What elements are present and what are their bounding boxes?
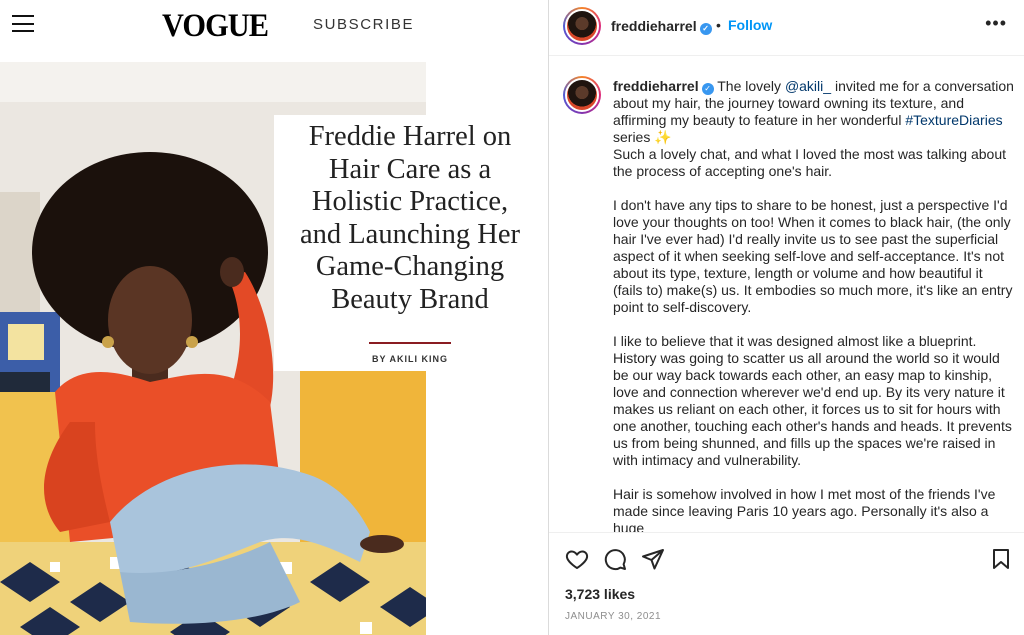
- caption-paragraph: freddieharrel ✓ The lovely @akili_ invite…: [613, 78, 1015, 180]
- article-byline: BY AKILI KING: [371, 354, 448, 364]
- article-headline: Freddie Harrel on Hair Care as a Holisti…: [274, 121, 546, 316]
- post-caption: freddieharrel ✓ The lovely @akili_ invite…: [613, 78, 1015, 532]
- more-icon[interactable]: •••: [985, 13, 1007, 34]
- subscribe-label: SUBSCRIBE: [313, 16, 415, 33]
- caption-scroll-area[interactable]: freddieharrel ✓ The lovely @akili_ invite…: [549, 56, 1024, 532]
- post-author[interactable]: freddieharrel ✓: [611, 18, 712, 35]
- post-header: freddieharrel ✓ • Follow •••: [549, 0, 1024, 56]
- hashtag-link[interactable]: #TextureDiaries: [905, 112, 1002, 128]
- headline-line: and Launching Her: [300, 218, 520, 250]
- likes-count[interactable]: 3,723 likes: [565, 586, 635, 602]
- post-image[interactable]: VOGUE SUBSCRIBE Freddie Harrel on Hair C…: [0, 0, 548, 635]
- headline-line: Game-Changing: [315, 251, 505, 282]
- headline-line: Holistic Practice,: [311, 186, 509, 217]
- article-title-card: Freddie Harrel on Hair Care as a Holisti…: [274, 115, 546, 371]
- follow-button[interactable]: Follow: [728, 17, 772, 33]
- bookmark-icon[interactable]: [989, 547, 1013, 571]
- caption-text: The lovely: [713, 78, 785, 94]
- comment-icon[interactable]: [603, 547, 627, 571]
- vogue-logo: VOGUE: [162, 8, 269, 44]
- menu-icon: [12, 15, 34, 33]
- caption-paragraph: I like to believe that it was designed a…: [613, 333, 1012, 468]
- verified-icon: ✓: [699, 23, 712, 35]
- avatar[interactable]: [563, 76, 601, 114]
- mention-link[interactable]: @akili_: [785, 78, 831, 94]
- caption-text: Such a lovely chat, and what I loved the…: [613, 146, 1007, 179]
- vogue-header: VOGUE SUBSCRIBE: [0, 0, 548, 52]
- avatar[interactable]: [563, 7, 601, 45]
- headline-line: Freddie Harrel on: [308, 121, 512, 152]
- username-link[interactable]: freddieharrel: [611, 18, 697, 34]
- separator-dot: •: [716, 17, 721, 33]
- caption-username[interactable]: freddieharrel: [613, 78, 699, 94]
- caption-text: series ✨: [613, 129, 672, 145]
- post-actions: 3,723 likes JANUARY 30, 2021: [549, 532, 1024, 635]
- verified-icon: ✓: [701, 83, 714, 95]
- post-date: JANUARY 30, 2021: [565, 611, 662, 622]
- caption-paragraph: I don't have any tips to share to be hon…: [613, 197, 1013, 315]
- headline-line: Hair Care as a: [328, 153, 492, 185]
- caption-paragraph: Hair is somehow involved in how I met mo…: [613, 486, 996, 532]
- share-icon[interactable]: [641, 547, 665, 571]
- headline-line: Beauty Brand: [331, 283, 489, 315]
- byline-divider: [369, 342, 451, 344]
- post-sidebar: freddieharrel ✓ • Follow ••• freddieharre…: [548, 0, 1024, 635]
- heart-icon[interactable]: [565, 547, 589, 571]
